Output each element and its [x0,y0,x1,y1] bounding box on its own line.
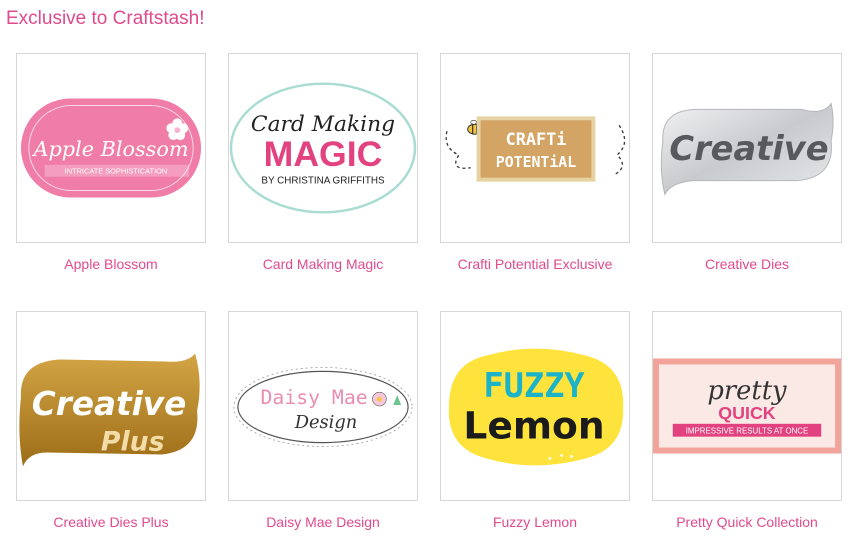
creative-dies-logo: Creative [660,102,834,196]
brand-link-daisy-mae-design[interactable]: Daisy Mae Design [228,514,418,530]
brand-grid: Apple Blossom INTRICATE SOPHISTICATION A… [0,0,855,544]
brand-card-fuzzy-lemon[interactable]: FUZZY Lemon [440,311,630,501]
brand-link-apple-blossom[interactable]: Apple Blossom [16,256,206,272]
apple-blossom-logo: Apple Blossom INTRICATE SOPHISTICATION [20,98,202,198]
crafti-potential-logo-line2: POTENTiAL [496,154,576,171]
card-making-magic-logo: Card Making MAGIC BY CHRISTINA GRIFFITHS [229,82,417,214]
fuzzy-lemon-logo-title: FUZZY [483,366,585,405]
brand-link-crafti-potential-exclusive[interactable]: Crafti Potential Exclusive [440,256,630,272]
brand-card-pretty-quick[interactable]: pretty QUICK IMPRESSIVE RESULTS AT ONCE [652,311,842,501]
brand-card-apple-blossom[interactable]: Apple Blossom INTRICATE SOPHISTICATION [16,53,206,243]
fuzzy-lemon-logo-subtitle: Lemon [463,404,604,448]
apple-blossom-logo-tagline: INTRICATE SOPHISTICATION [65,167,168,176]
crafti-potential-logo-line1: CRAFTi [506,129,567,149]
daisy-mae-design-logo-title: Daisy Mae [261,386,368,409]
pretty-quick-logo: pretty QUICK IMPRESSIVE RESULTS AT ONCE [653,358,841,454]
brand-card-creative-dies[interactable]: Creative [652,53,842,243]
card-making-magic-logo-title: MAGIC [264,134,383,174]
pretty-quick-logo-tagline: IMPRESSIVE RESULTS AT ONCE [686,427,809,436]
brand-link-fuzzy-lemon[interactable]: Fuzzy Lemon [440,514,630,530]
pretty-quick-logo-title: QUICK [718,403,775,423]
brand-card-crafti-potential[interactable]: CRAFTi POTENTiAL [440,53,630,243]
apple-blossom-logo-title: Apple Blossom [31,137,188,161]
creative-dies-plus-logo: Creative Plus [19,353,200,467]
creative-dies-plus-logo-subtitle: Plus [101,427,165,458]
pretty-quick-logo-script: pretty [707,376,787,406]
fuzzy-lemon-logo: FUZZY Lemon [448,348,624,466]
brand-link-pretty-quick-collection[interactable]: Pretty Quick Collection [652,514,842,530]
brand-card-daisy-mae-design[interactable]: Daisy Mae Design [228,311,418,501]
brand-link-creative-dies[interactable]: Creative Dies [652,256,842,272]
daisy-mae-design-logo: Daisy Mae Design [233,367,413,447]
brand-card-card-making-magic[interactable]: Card Making MAGIC BY CHRISTINA GRIFFITHS [228,53,418,243]
creative-dies-plus-logo-title: Creative [32,385,186,423]
brand-link-creative-dies-plus[interactable]: Creative Dies Plus [16,514,206,530]
card-making-magic-logo-byline: BY CHRISTINA GRIFFITHS [261,176,385,187]
creative-dies-logo-title: Creative [669,129,828,168]
brand-link-card-making-magic[interactable]: Card Making Magic [228,256,418,272]
daisy-mae-design-logo-subtitle: Design [294,412,357,433]
crafti-potential-logo: CRAFTi POTENTiAL [445,116,626,182]
brand-card-creative-dies-plus[interactable]: Creative Plus [16,311,206,501]
